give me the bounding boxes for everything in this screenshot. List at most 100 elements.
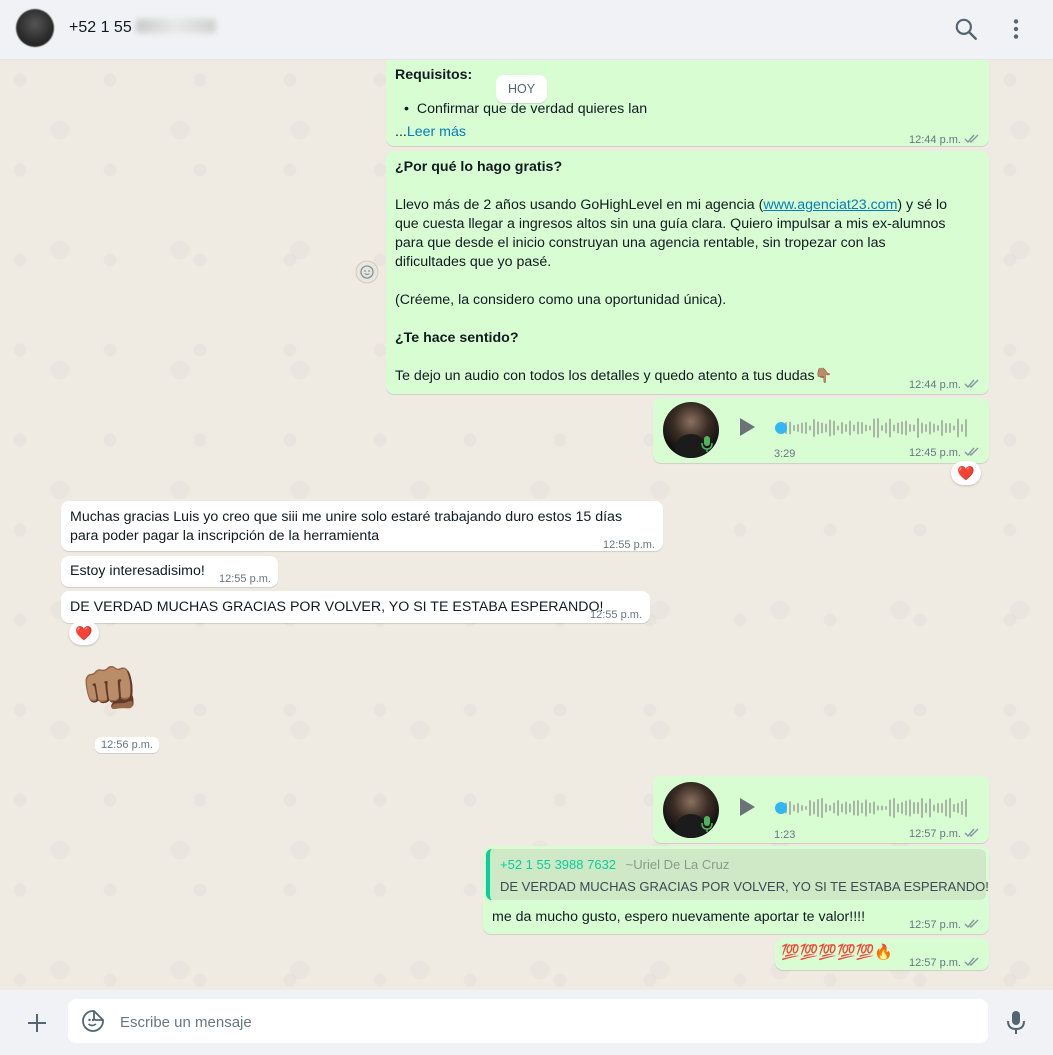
waveform-bar xyxy=(873,418,875,438)
waveform-bar xyxy=(945,799,947,817)
waveform-bar xyxy=(941,420,943,436)
time-label: 12:57 p.m. xyxy=(909,828,961,840)
waveform-bar xyxy=(961,424,963,432)
waveform-bar xyxy=(957,418,959,438)
waveform-bar xyxy=(917,802,919,814)
waveform-bar xyxy=(949,798,951,818)
message-input-box[interactable] xyxy=(68,999,988,1045)
message-time: 12:57 p.m. xyxy=(909,954,980,973)
read-more-link[interactable]: Leer más xyxy=(407,124,466,140)
playback-position-dot[interactable] xyxy=(775,802,787,814)
waveform-bar xyxy=(853,424,855,432)
waveform-bar xyxy=(913,802,915,814)
time-label: 12:44 p.m. xyxy=(909,379,961,391)
waveform-bar xyxy=(937,425,939,431)
message-line: Muchas gracias Luis yo creo que siii me … xyxy=(70,509,623,525)
message-incoming[interactable]: Estoy interesadisimo! 12:55 p.m. xyxy=(61,556,278,587)
kebab-menu-icon[interactable] xyxy=(1003,16,1029,42)
waveform-bar xyxy=(841,803,843,813)
message-heading: ¿Te hace sentido? xyxy=(395,330,519,346)
audio-waveform[interactable] xyxy=(775,795,969,821)
waveform-bar xyxy=(801,422,803,434)
message-paragraph: Llevo más de 2 años usando GoHighLevel e… xyxy=(395,196,980,272)
waveform-bar xyxy=(789,801,791,815)
waveform-bar xyxy=(905,800,907,816)
message-line: dificultades que yo pasé. xyxy=(395,254,552,270)
message-outgoing-emoji[interactable]: 💯💯💯💯💯🔥 12:57 p.m. xyxy=(775,938,989,970)
playback-position-dot[interactable] xyxy=(775,422,787,434)
read-more-prefix: ... xyxy=(395,124,407,140)
waveform-bar xyxy=(949,423,951,433)
waveform-bar xyxy=(821,798,823,818)
waveform-bar xyxy=(901,421,903,435)
message-incoming[interactable]: DE VERDAD MUCHAS GRACIAS POR VOLVER, YO … xyxy=(61,591,650,623)
quoted-sender: +52 1 55 3988 7632 ~Uriel De La Cruz xyxy=(500,855,729,874)
microphone-icon[interactable] xyxy=(1004,1009,1028,1035)
waveform-bar xyxy=(837,425,839,431)
sticker-time: 12:56 p.m. xyxy=(95,737,159,753)
read-ticks-icon xyxy=(964,919,979,929)
waveform-bar xyxy=(885,422,887,434)
voice-message-outgoing[interactable]: 1:23 12:57 p.m. xyxy=(653,776,989,843)
text-fragment: ) y sé lo xyxy=(897,197,948,213)
message-heading: ¿Por qué lo hago gratis? xyxy=(395,159,563,175)
waveform-bar xyxy=(889,418,891,438)
waveform-bar xyxy=(797,424,799,432)
waveform-bar xyxy=(945,423,947,433)
message-outgoing-requisitos[interactable]: Requisitos: • Confirmar que de verdad qu… xyxy=(386,60,989,146)
waveform-bar xyxy=(801,805,803,811)
voice-message-outgoing[interactable]: 3:29 12:45 p.m. xyxy=(653,398,989,463)
quoted-number: +52 1 55 3988 7632 xyxy=(500,857,617,872)
waveform-bar xyxy=(965,799,967,817)
plus-icon[interactable] xyxy=(25,1011,49,1035)
contact-number: +52 1 55 xyxy=(69,19,132,36)
read-more[interactable]: ...Leer más xyxy=(395,123,466,142)
sticker-icon[interactable] xyxy=(81,1009,105,1033)
audio-duration: 1:23 xyxy=(774,829,796,841)
waveform-bar xyxy=(789,421,791,435)
message-text: Estoy interesadisimo! xyxy=(70,563,205,579)
play-icon[interactable] xyxy=(734,795,758,819)
contact-name[interactable]: +52 1 55 xyxy=(69,19,216,37)
waveform-bar xyxy=(865,424,867,432)
waveform-bar xyxy=(873,801,875,815)
chat-area[interactable]: Requisitos: • Confirmar que de verdad qu… xyxy=(0,60,1053,990)
waveform-bar xyxy=(921,798,923,818)
audio-waveform[interactable] xyxy=(775,415,969,441)
react-emoji-icon[interactable] xyxy=(355,260,379,284)
heart-reaction[interactable]: ❤️ xyxy=(69,621,99,645)
waveform-bar xyxy=(909,799,911,817)
blurred-number-part xyxy=(135,19,216,33)
waveform-bar xyxy=(865,799,867,817)
play-icon[interactable] xyxy=(734,415,758,439)
message-title: Requisitos: xyxy=(395,67,473,83)
waveform-bar xyxy=(881,425,883,431)
waveform-bar xyxy=(813,801,815,815)
quoted-message[interactable]: +52 1 55 3988 7632 ~Uriel De La Cruz DE … xyxy=(486,849,989,900)
message-outgoing-reply[interactable]: +52 1 55 3988 7632 ~Uriel De La Cruz DE … xyxy=(483,846,989,934)
time-label: 12:44 p.m. xyxy=(909,134,961,146)
message-outgoing-por-que-gratis[interactable]: ¿Por qué lo hago gratis? Llevo más de 2 … xyxy=(386,151,989,394)
waveform-bar xyxy=(965,419,967,437)
fist-sticker[interactable]: 👊🏽 xyxy=(80,660,140,720)
read-ticks-icon xyxy=(964,379,979,389)
read-ticks-icon xyxy=(964,828,979,838)
waveform-bar xyxy=(893,424,895,432)
waveform-bar xyxy=(833,802,835,814)
read-ticks-icon xyxy=(964,134,979,144)
waveform-bar xyxy=(853,800,855,816)
waveform-bar xyxy=(833,420,835,436)
search-icon[interactable] xyxy=(953,16,979,42)
waveform-bar xyxy=(897,422,899,434)
waveform-bar xyxy=(845,801,847,815)
heart-reaction[interactable]: ❤️ xyxy=(951,461,981,485)
waveform-bar xyxy=(933,423,935,433)
message-incoming[interactable]: Muchas gracias Luis yo creo que siii me … xyxy=(61,501,663,551)
agency-link[interactable]: www.agenciat23.com xyxy=(763,197,897,213)
waveform-bar xyxy=(889,799,891,817)
waveform-bar xyxy=(821,422,823,434)
message-input[interactable] xyxy=(118,999,962,1045)
contact-avatar[interactable] xyxy=(16,9,54,47)
waveform-bar xyxy=(929,421,931,435)
waveform-bar xyxy=(857,800,859,816)
